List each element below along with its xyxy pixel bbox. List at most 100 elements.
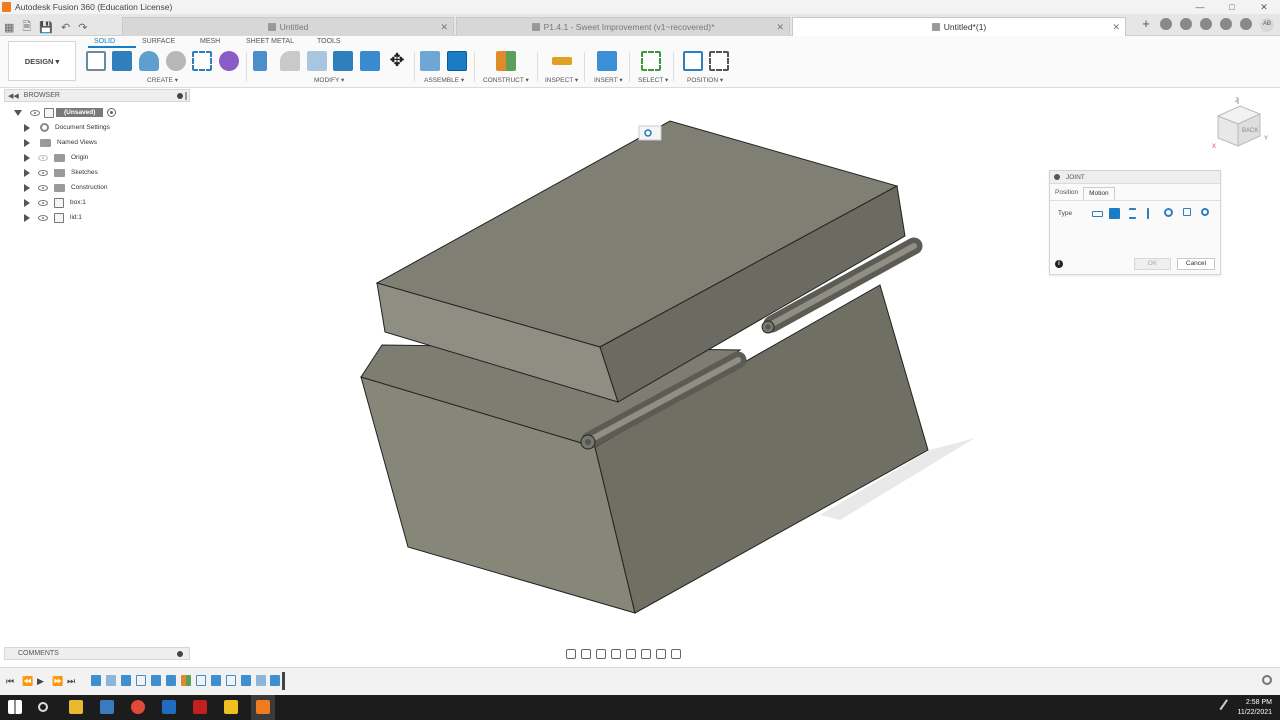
ribbon-tab-solid[interactable]: SOLID [94,38,115,45]
maximize-button[interactable]: □ [1216,0,1248,14]
create-menu[interactable]: CREATE ▾ [147,76,178,84]
save-icon[interactable]: 💾 [39,21,53,34]
capture-position-icon[interactable] [683,51,703,71]
app-icon[interactable] [193,700,207,714]
timeline-sketch-icon[interactable] [196,675,206,686]
rigid-joint-icon[interactable] [1092,211,1103,217]
data-panel-icon[interactable] [1160,18,1172,30]
select-icon[interactable] [641,51,661,71]
timeline-feature-icon[interactable] [270,675,280,686]
panel-options-icon[interactable] [177,93,183,99]
expand-icon[interactable] [24,123,30,132]
browser-item-document-settings[interactable]: Document Settings [24,121,110,134]
create-sketch-icon[interactable] [86,51,106,71]
info-icon[interactable]: i [1055,260,1063,268]
construct-menu[interactable]: CONSTRUCT ▾ [483,76,529,84]
insert-menu[interactable]: INSERT ▾ [594,76,623,84]
fillet-icon[interactable] [280,51,300,71]
press-pull-icon[interactable] [253,51,267,71]
tab-motion[interactable]: Motion [1083,187,1115,200]
cylindrical-joint-icon[interactable] [1147,208,1153,219]
apps-grid-icon[interactable]: ▦ [4,21,14,34]
fit-icon[interactable] [626,649,636,659]
workspace-switcher[interactable]: DESIGN ▾ [8,41,76,81]
expand-icon[interactable] [24,168,30,177]
doc-tab-untitled-1[interactable]: Untitled*(1) ✕ [792,17,1126,36]
timeline-feature-icon[interactable] [256,675,266,686]
doc-tab-sweet-improvement[interactable]: P1.4.1 - Sweet Improvement (v1~recovered… [456,17,790,36]
timeline-settings-gear-icon[interactable] [1262,675,1272,685]
modify-menu[interactable]: MODIFY ▾ [314,76,344,84]
timeline-sketch-icon[interactable] [136,675,146,686]
shell-icon[interactable] [307,51,327,71]
close-tab-icon[interactable]: ✕ [440,22,448,33]
timeline-feature-icon[interactable] [91,675,101,686]
file-menu-icon[interactable]: 🗎 [22,18,31,37]
timeline-feature-icon[interactable] [211,675,221,686]
browser-item-origin[interactable]: Origin [24,151,88,164]
expand-icon[interactable] [24,213,30,222]
visibility-icon[interactable] [38,199,48,206]
ribbon-tab-sheet-metal[interactable]: SHEET METAL [246,38,294,45]
orbit-icon[interactable] [566,649,576,659]
store-icon[interactable] [100,700,114,714]
collapse-panel-icon[interactable]: ◀◀ [8,92,19,100]
collapse-dialog-icon[interactable] [1054,174,1060,180]
ribbon-tab-tools[interactable]: TOOLS [317,38,341,45]
display-settings-icon[interactable] [641,649,651,659]
view-cube[interactable]: BACK Z X Y [1212,96,1272,152]
browser-item-named-views[interactable]: Named Views [24,136,97,149]
revert-position-icon[interactable] [709,51,729,71]
insert-image-icon[interactable] [597,51,617,71]
panel-resize-handle[interactable] [185,92,187,100]
redo-icon[interactable]: ↷ [78,21,87,34]
ok-button[interactable]: OK [1134,258,1171,270]
expand-icon[interactable] [24,198,30,207]
browser-item-lid[interactable]: lid:1 [24,211,82,224]
pattern-icon[interactable] [192,51,212,71]
viewports-icon[interactable] [671,649,681,659]
timeline-feature-icon[interactable] [166,675,176,686]
pan-icon[interactable] [596,649,606,659]
pin-slot-joint-icon[interactable] [1164,208,1173,217]
expand-icon[interactable] [24,153,30,162]
visibility-icon[interactable] [38,214,48,221]
offset-plane-icon[interactable] [496,51,516,71]
file-explorer-icon[interactable] [69,700,83,714]
chrome-icon[interactable] [131,700,145,714]
timeline-sketch-icon[interactable] [226,675,236,686]
cancel-button[interactable]: Cancel [1177,258,1215,270]
timeline-feature-icon[interactable] [151,675,161,686]
outlook-icon[interactable] [162,700,176,714]
planar-joint-icon[interactable] [1183,208,1191,216]
extensions-icon[interactable] [1200,18,1212,30]
search-icon[interactable] [38,702,48,712]
inspect-menu[interactable]: INSPECT ▾ [545,76,578,84]
expand-icon[interactable] [24,138,30,147]
system-clock[interactable]: 2:58 PM 11/22/2021 [1237,698,1272,718]
fusion-360-taskbar-icon[interactable] [256,700,270,714]
timeline-feature-icon[interactable] [106,675,116,686]
timeline-feature-icon[interactable] [121,675,131,686]
combine-icon[interactable] [333,51,353,71]
new-component-icon[interactable] [420,51,440,71]
user-avatar[interactable]: AB [1260,18,1274,32]
undo-icon[interactable]: ↶ [61,21,70,34]
slider-joint-icon[interactable] [1129,208,1136,219]
go-to-start-icon[interactable]: ⏮ [6,676,14,687]
timeline-plane-icon[interactable] [181,675,191,686]
grid-settings-icon[interactable] [656,649,666,659]
joint-dialog-header[interactable]: JOINT [1050,171,1220,184]
notifications-icon[interactable] [1220,18,1232,30]
visibility-icon[interactable] [38,184,48,191]
windows-start-icon[interactable] [8,700,22,714]
close-tab-icon[interactable]: ✕ [1112,22,1120,33]
select-menu[interactable]: SELECT ▾ [638,76,668,84]
revolute-joint-icon[interactable] [1109,208,1120,219]
visibility-icon[interactable] [38,169,48,176]
browser-panel-header[interactable]: ◀◀ BROWSER [4,89,190,102]
help-icon[interactable] [1240,18,1252,30]
visibility-icon[interactable] [30,109,40,116]
move-copy-icon[interactable]: ✥ [387,51,407,71]
ball-joint-icon[interactable] [1201,208,1209,216]
